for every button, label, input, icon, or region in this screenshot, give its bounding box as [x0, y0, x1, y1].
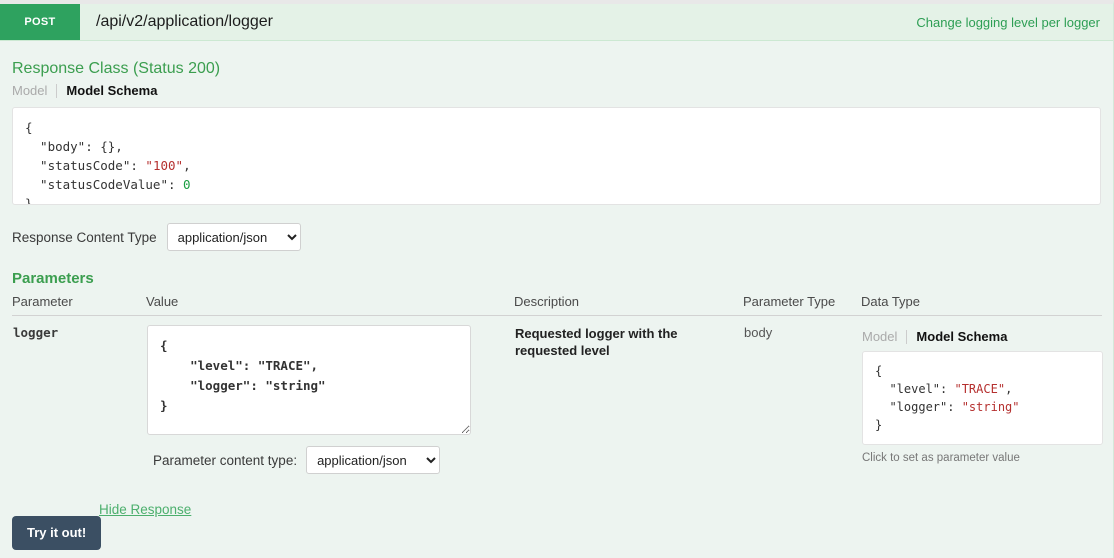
tab-model[interactable]: Model: [12, 84, 56, 98]
col-header-value: Value: [146, 294, 514, 316]
parameter-content-type-row: Parameter content type: application/json: [147, 446, 513, 474]
tab-model-schema[interactable]: Model Schema: [56, 84, 157, 98]
table-row: logger Parameter content type: applicati…: [12, 316, 1103, 476]
parameter-description: Requested logger with the requested leve…: [515, 326, 678, 358]
try-it-out-button[interactable]: Try it out!: [12, 516, 102, 550]
operation-content: Response Class (Status 200) Model Model …: [0, 60, 1113, 475]
col-header-parameter: Parameter: [12, 294, 146, 316]
http-method-badge[interactable]: POST: [0, 4, 80, 40]
parameters-table: Parameter Value Description Parameter Ty…: [12, 294, 1103, 476]
col-header-description: Description: [514, 294, 743, 316]
response-content-type-label: Response Content Type: [12, 229, 157, 245]
hide-response-link[interactable]: Hide Response: [99, 502, 191, 517]
col-header-parameter-type: Parameter Type: [743, 294, 861, 316]
data-type-tab-model-schema[interactable]: Model Schema: [906, 330, 1007, 344]
parameter-content-type-label: Parameter content type:: [153, 452, 298, 468]
data-type-model-tabs: Model Model Schema: [862, 330, 1101, 344]
operation-path[interactable]: /api/v2/application/logger: [80, 4, 273, 40]
operation-footer: Try it out! Hide Response: [12, 502, 472, 558]
data-type-tab-model[interactable]: Model: [862, 330, 906, 344]
parameter-description-cell: Requested logger with the requested leve…: [514, 316, 743, 476]
parameter-name: logger: [13, 325, 59, 340]
data-type-schema-code[interactable]: { "level": "TRACE", "logger": "string" }: [862, 351, 1103, 445]
parameter-type-cell: body: [743, 316, 861, 476]
parameters-title: Parameters: [12, 270, 94, 287]
data-type-hint: Click to set as parameter value: [862, 452, 1020, 464]
parameter-name-cell: logger: [12, 316, 146, 476]
parameter-value-input[interactable]: [147, 325, 471, 435]
parameter-value-cell: Parameter content type: application/json: [146, 316, 514, 476]
response-class-title: Response Class (Status 200): [12, 60, 221, 77]
parameters-header-row: Parameter Value Description Parameter Ty…: [12, 294, 1102, 316]
response-model-tabs: Model Model Schema: [12, 84, 1101, 98]
col-header-data-type: Data Type: [861, 294, 1102, 316]
parameter-data-type-cell: Model Model Schema { "level": "TRACE", "…: [861, 316, 1103, 476]
parameter-type: body: [744, 325, 773, 340]
operation-summary[interactable]: Change logging level per logger: [273, 4, 1113, 40]
response-content-type-select[interactable]: application/json: [166, 223, 301, 251]
response-content-type-row: Response Content Type application/json: [12, 223, 1101, 251]
operation-heading[interactable]: POST /api/v2/application/logger Change l…: [0, 4, 1113, 41]
response-schema-code: { "body": {}, "statusCode": "100", "stat…: [12, 107, 1101, 205]
api-operation-panel: POST /api/v2/application/logger Change l…: [0, 0, 1114, 558]
parameter-content-type-select[interactable]: application/json: [306, 446, 441, 474]
